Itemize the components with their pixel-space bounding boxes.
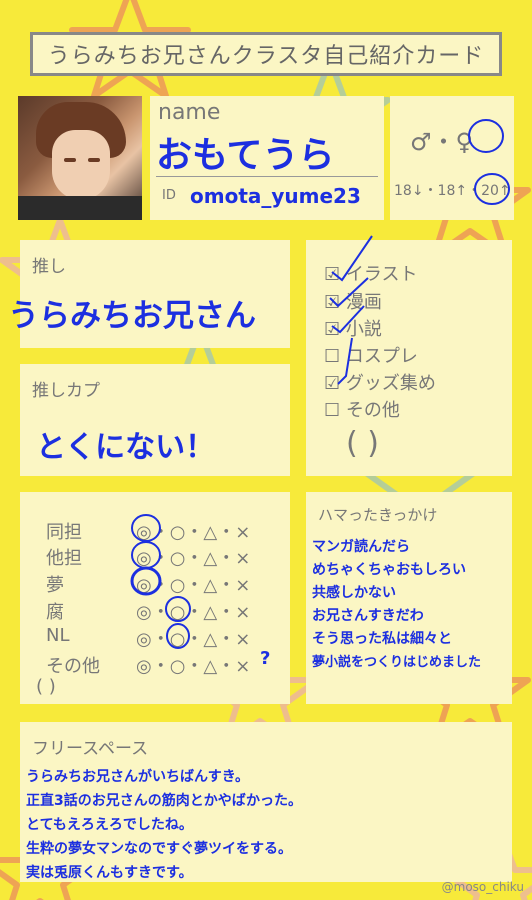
free-space-panel: フリースペース うらみちお兄さんがいちばんすき。 正直3話のお兄さんの筋肉とかや…: [20, 722, 512, 882]
oshikapu-label: 推しカプ: [32, 381, 100, 401]
activity-item[interactable]: ☐ その他: [324, 396, 400, 422]
trigger-line: お兄さんすきだわ: [312, 608, 424, 624]
stance-row: その他: [46, 656, 100, 677]
free-line: 実は兎原くんもすきです。: [26, 865, 193, 881]
gender-selected-circle: [468, 119, 504, 153]
trigger-line: めちゃくちゃおもしろい: [312, 562, 466, 578]
question-mark: ?: [260, 648, 271, 669]
trigger-panel: ハマったきっかけ マンガ読んだら めちゃくちゃおもしろい 共感しかない お兄さん…: [306, 492, 512, 704]
checkmark-icon: [329, 235, 373, 385]
credit: @moso_chiku: [441, 880, 524, 894]
free-line: 正直3話のお兄さんの筋肉とかやばかった。: [26, 793, 303, 809]
gender-age-panel: ♂・♀ 18↓・18↑・20↑: [390, 96, 514, 220]
stance-row: 腐: [46, 602, 64, 623]
activities-panel: ☑ イラスト ☑ 漫画 ☑ 小説 ☐ コスプレ ☑ グッズ集め ☐ その他 ( …: [306, 235, 512, 476]
name-panel: name おもてうら ID omota_yume23: [150, 96, 384, 220]
stance-panel: 同担 ◎・○・△・× 他担 ◎・○・△・× 夢 ◎・○・△・× 腐 ◎・○・△・…: [20, 492, 290, 704]
gender-options: ♂・♀: [410, 128, 474, 156]
free-space-label: フリースペース: [32, 739, 149, 759]
oshikapu-value: とくにない！: [36, 430, 216, 465]
oshikapu-panel: 推しカプ とくにない！: [20, 364, 290, 476]
trigger-line: そう思った私は細々と: [312, 631, 452, 647]
trigger-line: 共感しかない: [312, 585, 396, 601]
free-line: うらみちお兄さんがいちばんすき。: [26, 769, 250, 785]
name-value: おもてうら: [156, 135, 335, 176]
stance-other-paren: ( ): [36, 676, 56, 697]
oshi-label: 推し: [32, 257, 66, 277]
avatar: [18, 96, 142, 220]
stance-row: 夢: [46, 575, 64, 596]
id-value: omota_yume23: [190, 184, 361, 208]
id-label: ID: [162, 188, 176, 203]
oshi-value: うらみちお兄さん: [8, 298, 256, 334]
free-line: とてもえろえろでしたね。: [26, 817, 193, 833]
oshi-panel: 推し うらみちお兄さん: [8, 240, 290, 348]
name-label: name: [158, 100, 221, 125]
card-title: うらみちお兄さんクラスタ自己紹介カード: [30, 32, 502, 76]
free-line: 生粋の夢女マンなのですぐ夢ツイをする。: [26, 841, 292, 857]
activity-other-paren: ( ): [346, 426, 379, 461]
trigger-line: マンガ読んだら: [312, 539, 410, 555]
selection-circles: [130, 514, 191, 649]
stance-row: 同担: [46, 522, 82, 543]
age-selected-circle: [474, 173, 510, 205]
stance-row: 他担: [46, 548, 82, 569]
trigger-label: ハマったきっかけ: [318, 506, 438, 524]
stance-row: NL: [46, 625, 70, 646]
trigger-line: 夢小説をつくりはじめました: [312, 655, 482, 670]
